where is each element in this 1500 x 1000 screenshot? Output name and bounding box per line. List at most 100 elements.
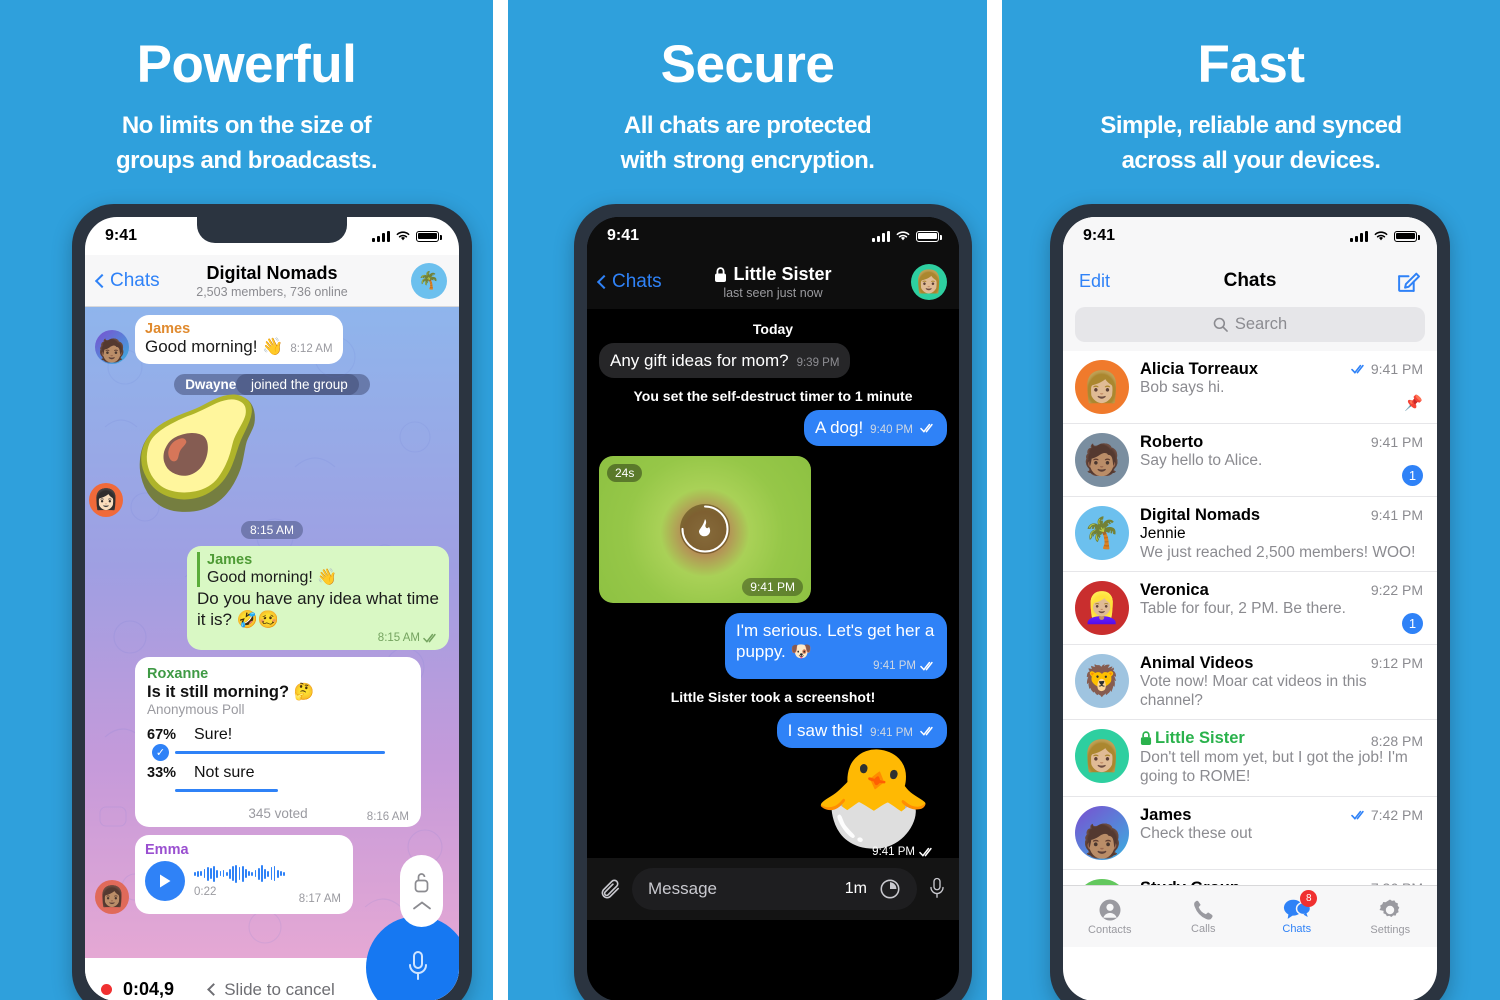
avatar[interactable]: 🧑🏽 (1075, 433, 1129, 487)
list-item[interactable]: 👱🏼‍♀️ Veronica 9:22 PM Table for four, 2… (1063, 572, 1437, 646)
photo-time: 9:41 PM (742, 577, 803, 596)
poll-label: Not sure (194, 763, 255, 781)
waveform (194, 864, 286, 884)
poll-percent: 67% (147, 726, 177, 743)
status-indicators (1350, 230, 1420, 242)
reply-quote: Good morning! 👋 (207, 568, 338, 586)
avatar[interactable]: 👩🏼 (1075, 729, 1129, 784)
list-item[interactable]: 👩🏼 Alicia Torreaux 9:41 PM Bob says hi. (1063, 351, 1437, 424)
list-item[interactable]: 🦉 Study Group 7:36 PM Emma (1063, 870, 1437, 885)
tab-calls[interactable]: Calls (1157, 886, 1251, 947)
self-destruct-timer-icon[interactable] (879, 878, 901, 900)
search-container: Search (1063, 307, 1437, 351)
message-row-out-2: I'm serious. Let's get her a puppy. 🐶 9:… (587, 612, 959, 679)
panel-2-title: Secure (660, 35, 835, 94)
message-row-out-1: A dog! 9:40 PM (587, 410, 959, 446)
chat-avatar[interactable]: 🌴 (411, 262, 447, 299)
compose-icon[interactable] (1396, 269, 1421, 294)
poll-card[interactable]: Roxanne Is it still morning? 🤔 Anonymous… (135, 656, 421, 827)
search-input[interactable]: Search (1075, 307, 1425, 342)
poll-option[interactable]: 33% Not sure (147, 764, 409, 800)
burn-progress-ring (681, 505, 729, 553)
chat-name: Veronica (1140, 581, 1209, 600)
message-placeholder: Message (648, 879, 717, 898)
chat-preview: Vote now! Moar cat videos in this channe… (1140, 673, 1367, 709)
message-bubble[interactable]: I'm serious. Let's get her a puppy. 🐶 9:… (725, 612, 947, 679)
avatar[interactable]: 🧑🏽 (95, 329, 129, 364)
message-time: 9:40 PM (870, 424, 913, 437)
message-row-james-2: James Good morning! 👋 Do you have any id… (85, 545, 459, 650)
chat-avatar[interactable]: 👩🏼 (911, 264, 947, 300)
system-message-screenshot: Little Sister took a screenshot! (587, 689, 959, 705)
message-bubble[interactable]: I saw this! 9:41 PM (776, 713, 947, 749)
chats-navbar: Edit Chats (1063, 255, 1437, 307)
chat-time: 9:12 PM (1370, 655, 1423, 672)
tab-chats[interactable]: 8 Chats (1250, 886, 1344, 947)
avatar[interactable]: 🦁 (1075, 654, 1129, 709)
message-bubble[interactable]: Any gift ideas for mom? 9:39 PM (599, 343, 851, 379)
message-input-field[interactable]: Message 1m (632, 868, 917, 910)
system-rest: set the self-destruct timer to 1 minute (658, 388, 913, 405)
avatar[interactable]: 👱🏼‍♀️ (1075, 581, 1129, 636)
list-item[interactable]: 🌴 Digital Nomads 9:41 PM Jennie We just … (1063, 497, 1437, 573)
back-to-chats-button[interactable]: Chats (94, 270, 160, 292)
tab-settings[interactable]: Settings (1344, 886, 1438, 947)
phone-1-screen: 9:41 Chats Digital Nomads 2,503 members,… (85, 217, 459, 1000)
status-bar-2: 9:41 (587, 217, 959, 255)
message-bubble[interactable]: James Good morning! 👋 8:12 AM (135, 315, 343, 364)
chat-time: 8:28 PM (1370, 733, 1423, 750)
avatar[interactable]: 🦉 (1075, 878, 1129, 885)
read-checks-icon (423, 633, 436, 643)
egg-sticker[interactable]: 🐣 (813, 750, 933, 846)
avatar[interactable]: 🧑🏽 (1075, 805, 1129, 860)
play-button[interactable] (145, 860, 185, 901)
read-checks-icon (1351, 810, 1364, 820)
poll-bar (175, 788, 278, 793)
system-message-timer: You set the self-destruct timer to 1 min… (587, 388, 959, 404)
system-bold: Little Sister (670, 689, 747, 705)
microphone-icon[interactable] (927, 877, 947, 901)
back-to-chats-button[interactable]: Chats (596, 271, 662, 293)
search-icon (1213, 317, 1228, 332)
avatar[interactable]: 👩🏽 (95, 879, 129, 914)
message-bubble[interactable]: James Good morning! 👋 Do you have any id… (187, 545, 449, 650)
edit-button[interactable]: Edit (1079, 271, 1110, 292)
lock-icon (1140, 731, 1152, 746)
self-destruct-photo[interactable]: 24s 9:41 PM (599, 455, 811, 603)
photo-ttl: 24s (607, 463, 643, 482)
poll-option[interactable]: 67% Sure! ✓ (147, 726, 409, 762)
message-bubble[interactable]: A dog! 9:40 PM (803, 410, 947, 446)
poll-type: Anonymous Poll (147, 701, 245, 717)
message-row-in-1: Any gift ideas for mom? 9:39 PM (587, 343, 959, 379)
phone-3-screen: 9:41 Edit Chats Search 👩🏼 Alicia Torreau… (1063, 217, 1437, 1000)
list-item[interactable]: 🦁 Animal Videos 9:12 PM Vote now! Moar c… (1063, 645, 1437, 721)
read-checks-icon (920, 424, 933, 433)
chat-list[interactable]: 👩🏼 Alicia Torreaux 9:41 PM Bob says hi. (1063, 351, 1437, 885)
self-destruct-label: 1m (844, 880, 867, 897)
page-title: Chats (1223, 270, 1277, 291)
tab-contacts[interactable]: Contacts (1063, 886, 1157, 947)
avatar[interactable]: 🌴 (1075, 506, 1129, 560)
message-time: 9:41 PM (870, 727, 913, 739)
phone-mockup-3: 9:41 Edit Chats Search 👩🏼 Alicia Torreau… (1050, 204, 1450, 1000)
panel-3-headline: Fast Simple, reliable and synced across … (1002, 0, 1500, 179)
avatar[interactable]: 👩🏼 (1075, 360, 1129, 414)
status-time: 9:41 (1083, 227, 1116, 244)
avocado-sticker[interactable]: 🥑 (130, 398, 264, 507)
voice-message-bubble[interactable]: Emma 0:22 8:17 AM (135, 834, 353, 914)
lock-recording-control[interactable] (400, 855, 443, 927)
chat-navbar-1: Chats Digital Nomads 2,503 members, 736 … (85, 255, 459, 307)
status-bar-1: 9:41 (85, 217, 459, 255)
panel-gap (987, 0, 1002, 1000)
message-text: I saw this! (787, 721, 864, 740)
phone-mockup-1: 9:41 Chats Digital Nomads 2,503 members,… (72, 204, 472, 1000)
chat-preview: Table for four, 2 PM. Be there. (1140, 600, 1346, 618)
list-item[interactable]: 👩🏼 Little Sister 8:28 PM Don't tell mom … (1063, 720, 1437, 797)
list-item[interactable]: 🧑🏽 James 7:42 PM Check these out (1063, 797, 1437, 870)
avatar[interactable]: 👩🏻 (89, 482, 123, 517)
chat-preview: Check these out (1140, 824, 1253, 842)
list-item[interactable]: 🧑🏽 Roberto 9:41 PM Say hello to Alice. 1 (1063, 424, 1437, 497)
paperclip-icon[interactable] (599, 878, 622, 901)
chat-preview: Don't tell mom yet, but I got the job! I… (1140, 749, 1408, 785)
status-indicators (872, 230, 942, 242)
